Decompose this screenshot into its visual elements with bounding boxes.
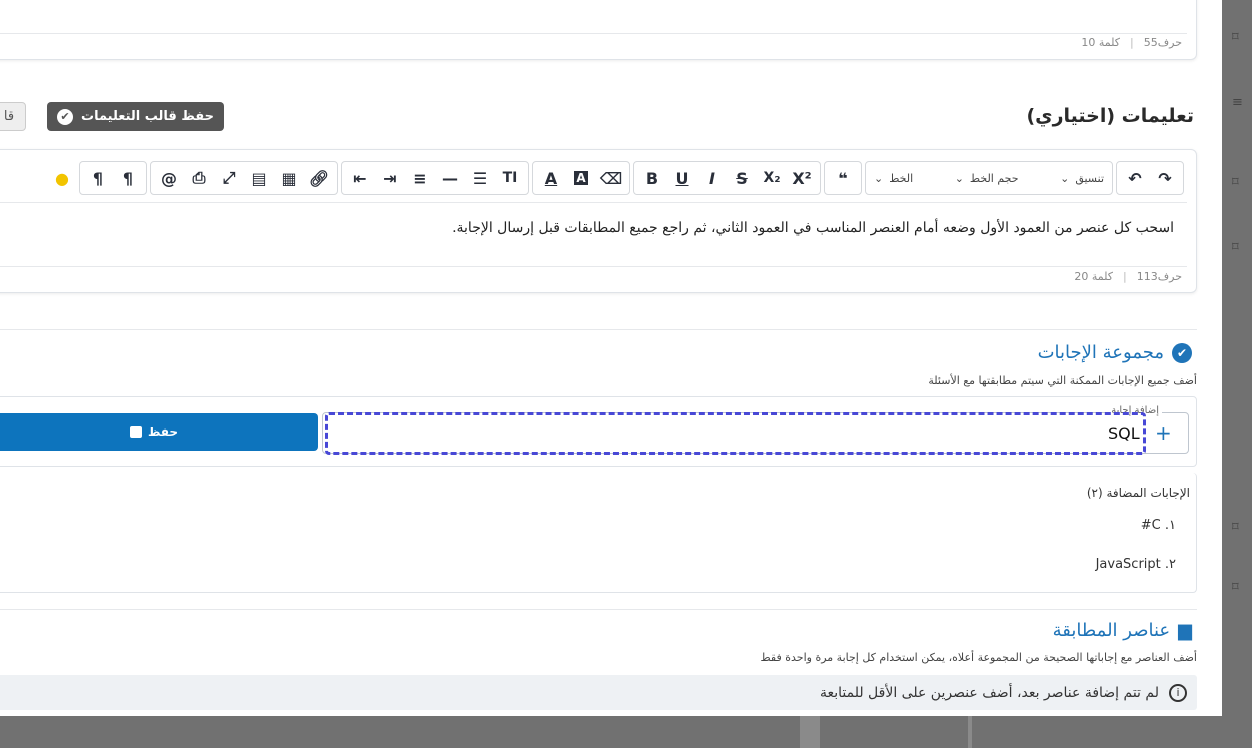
text-style-group: X² X₂ S I U B — [633, 161, 821, 195]
instructions-counts: حرف113|كلمة 20 — [1074, 270, 1182, 283]
instructions-heading: تعليمات (اختياري) — [1026, 105, 1194, 127]
layout-icon[interactable]: ▤ — [245, 164, 273, 192]
save-answer-button[interactable]: حفظ — [0, 413, 318, 451]
section-divider — [0, 329, 1197, 330]
eraser-icon[interactable]: ⌫ — [597, 164, 625, 192]
toolbar-divider — [0, 202, 1187, 203]
background-icon: ⌑ — [1232, 240, 1239, 255]
info-icon: i — [1169, 683, 1187, 702]
print-icon[interactable]: ⎙ — [185, 164, 213, 192]
font-select-label: الخط — [889, 171, 914, 185]
align-icon[interactable]: ≡ — [406, 164, 434, 192]
templates-button-label: قا — [3, 109, 15, 124]
check-circle-icon: ✔ — [1172, 342, 1192, 363]
bold-icon[interactable]: B — [638, 164, 666, 192]
color-group: ⌫ A A — [532, 161, 630, 195]
added-answers-panel — [0, 473, 1197, 593]
emoji-icon[interactable]: ● — [48, 164, 76, 192]
outdent-icon[interactable]: ⇤ — [346, 164, 374, 192]
instructions-templates-button[interactable]: قا — [0, 102, 26, 131]
instructions-text[interactable]: اسحب كل عنصر من العمود الأول وضعه أمام ا… — [74, 220, 1174, 236]
background-icon: ⌑ — [1232, 30, 1239, 45]
rtl-paragraph-icon[interactable]: ¶ — [114, 164, 142, 192]
word-count: كلمة 10 — [1081, 36, 1120, 49]
char-count: حرف113 — [1136, 270, 1182, 283]
check-circle-icon: ✔ — [57, 108, 73, 125]
superscript-icon[interactable]: X² — [788, 164, 816, 192]
save-answer-label: حفظ — [147, 425, 179, 439]
text-color-icon[interactable]: A — [537, 164, 565, 192]
fullscreen-icon[interactable]: ⤢ — [215, 164, 243, 192]
background-icon: ⌑ — [1232, 175, 1239, 190]
answer-item: ٢. JavaScript — [1095, 557, 1176, 572]
blockquote-icon[interactable]: ❝ — [829, 164, 857, 192]
backdrop-divider — [800, 716, 820, 748]
matching-subtitle: أضف العناصر مع إجاباتها الصحيحة من المجم… — [760, 651, 1197, 664]
link-icon[interactable]: 🔗︎ — [305, 164, 333, 192]
redo-icon[interactable]: ↷ — [1151, 164, 1179, 192]
horizontal-rule-icon[interactable]: — — [436, 164, 464, 192]
format-select-label: تنسيق — [1075, 171, 1104, 185]
focus-ring — [325, 412, 1146, 455]
plus-icon[interactable]: + — [1155, 421, 1172, 445]
word-count: كلمة 20 — [1074, 270, 1113, 283]
background-icon: ≡ — [1232, 95, 1243, 110]
chevron-down-icon: ⌄ — [1060, 171, 1070, 185]
added-answers-label: الإجابات المضافة (٢) — [1086, 486, 1190, 500]
mention-icon[interactable]: @ — [155, 164, 183, 192]
answer-item: ١. C# — [1140, 518, 1176, 533]
highlight-color-icon[interactable]: A — [567, 164, 595, 192]
text-size-icon[interactable]: TI — [496, 164, 524, 192]
quote-group: ❝ — [824, 161, 862, 195]
font-select[interactable]: الخط ⌄ — [868, 164, 919, 192]
answers-section-title: ✔ مجموعة الإجابات — [1038, 342, 1192, 363]
top-editor-counts: حرف55|كلمة 10 — [1081, 36, 1182, 49]
answers-title: مجموعة الإجابات — [1037, 342, 1164, 363]
save-instructions-template-button[interactable]: حفظ قالب التعليمات ✔ — [47, 102, 224, 131]
editor-footer-divider — [0, 33, 1187, 34]
char-count: حرف55 — [1143, 36, 1182, 49]
add-answer-input[interactable]: SQL — [1108, 424, 1140, 443]
notice-text: لم تتم إضافة عناصر بعد، أضف عنصرين على ا… — [819, 684, 1159, 701]
question-text-editor[interactable] — [0, 0, 1197, 60]
history-group: ↷ ↶ — [1116, 161, 1184, 195]
ltr-paragraph-icon[interactable]: ¶ — [84, 164, 112, 192]
floppy-disk-icon — [129, 426, 142, 438]
backdrop-divider — [968, 716, 972, 748]
answers-subtitle: أضف جميع الإجابات الممكنة التي سيتم مطاب… — [928, 374, 1197, 387]
subscript-icon[interactable]: X₂ — [758, 164, 786, 192]
matching-title: عناصر المطابقة — [1052, 620, 1171, 641]
table-icon[interactable]: ▦ — [275, 164, 303, 192]
font-selectors-group: تنسيق ⌄ حجم الخط ⌄ الخط ⌄ — [865, 161, 1113, 195]
chat-bubbles-icon: ▆ — [1178, 620, 1192, 641]
indent-icon[interactable]: ⇥ — [376, 164, 404, 192]
numbered-list-icon[interactable]: ☰ — [466, 164, 494, 192]
paragraph-group: TI ☰ — ≡ ⇥ ⇤ — [341, 161, 529, 195]
font-size-select-label: حجم الخط — [969, 171, 1019, 185]
font-size-select[interactable]: حجم الخط ⌄ — [949, 164, 1025, 192]
matching-section-title: ▆ عناصر المطابقة — [1053, 620, 1192, 641]
save-template-label: حفظ قالب التعليمات — [81, 109, 214, 124]
background-icon: ⌑ — [1232, 520, 1239, 535]
format-select[interactable]: تنسيق ⌄ — [1054, 164, 1110, 192]
underline-icon[interactable]: U — [668, 164, 696, 192]
empty-items-notice: i لم تتم إضافة عناصر بعد، أضف عنصرين على… — [0, 675, 1197, 710]
section-divider — [0, 609, 1197, 610]
chevron-down-icon: ⌄ — [874, 171, 884, 185]
background-icon: ⌑ — [1232, 580, 1239, 595]
undo-icon[interactable]: ↶ — [1121, 164, 1149, 192]
insert-group: 🔗︎ ▦ ▤ ⤢ ⎙ @ — [150, 161, 338, 195]
editor-toolbar: ↷ ↶ تنسيق ⌄ حجم الخط ⌄ الخط ⌄ ❝ X² X₂ S I U… — [48, 161, 1184, 195]
editor-footer-divider — [0, 266, 1187, 267]
italic-icon[interactable]: I — [698, 164, 726, 192]
chevron-down-icon: ⌄ — [954, 171, 964, 185]
question-editor-modal: حرف55|كلمة 10 تعليمات (اختياري) حفظ قالب… — [0, 0, 1222, 716]
direction-group: ¶ ¶ — [79, 161, 147, 195]
strikethrough-icon[interactable]: S — [728, 164, 756, 192]
